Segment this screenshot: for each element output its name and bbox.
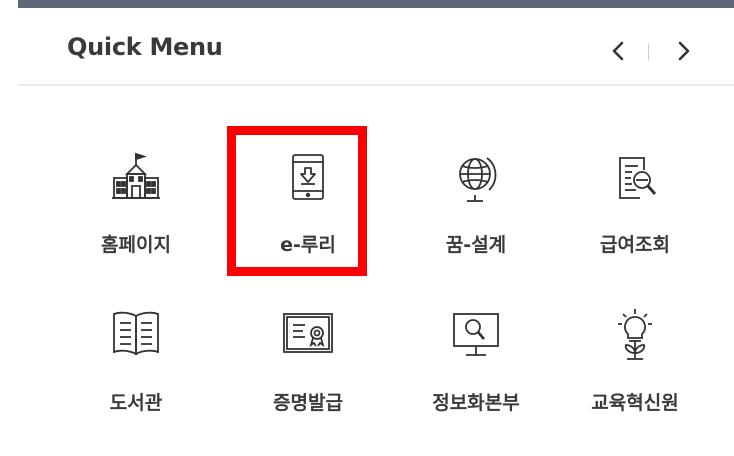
school-building-icon xyxy=(112,152,160,199)
menu-item-label: 도서관 xyxy=(109,392,163,414)
chevron-right-icon xyxy=(678,41,690,61)
panel-title: Quick Menu xyxy=(67,33,223,61)
menu-item-label: 정보화본부 xyxy=(432,392,520,414)
menu-item-info-headquarters[interactable]: 정보화본부 xyxy=(409,308,543,448)
menu-item-e-ruri[interactable]: e-루리 xyxy=(241,150,375,290)
open-book-icon xyxy=(113,311,159,356)
monitor-search-icon xyxy=(453,313,499,356)
chevron-left-icon xyxy=(612,41,624,61)
menu-item-label: 교육혁신원 xyxy=(591,392,679,414)
menu-item-label: 증명발급 xyxy=(273,392,343,414)
menu-item-label: 홈페이지 xyxy=(101,234,171,256)
quick-menu-panel: Quick Menu 홈페이지 e-루리 꿈-설계 급여조회 도서관 증명발급 … xyxy=(18,0,734,456)
menu-item-dream-design[interactable]: 꿈-설계 xyxy=(409,150,543,290)
menu-item-label: e-루리 xyxy=(280,234,336,256)
menu-item-certificate[interactable]: 증명발급 xyxy=(241,308,375,448)
certificate-icon xyxy=(283,313,333,353)
tablet-download-icon xyxy=(292,154,324,200)
menu-item-education-innovation[interactable]: 교육혁신원 xyxy=(568,308,702,448)
prev-button[interactable] xyxy=(603,36,633,66)
document-search-icon xyxy=(619,157,657,199)
nav-separator xyxy=(648,44,649,60)
panel-header: Quick Menu xyxy=(18,8,734,86)
menu-item-label: 급여조회 xyxy=(600,234,670,256)
lightbulb-sprout-icon xyxy=(618,309,652,360)
menu-item-library[interactable]: 도서관 xyxy=(69,308,203,448)
menu-item-label: 꿈-설계 xyxy=(445,234,507,256)
globe-icon xyxy=(459,157,497,202)
menu-item-homepage[interactable]: 홈페이지 xyxy=(69,150,203,290)
next-button[interactable] xyxy=(669,36,699,66)
menu-item-salary-inquiry[interactable]: 급여조회 xyxy=(568,150,702,290)
